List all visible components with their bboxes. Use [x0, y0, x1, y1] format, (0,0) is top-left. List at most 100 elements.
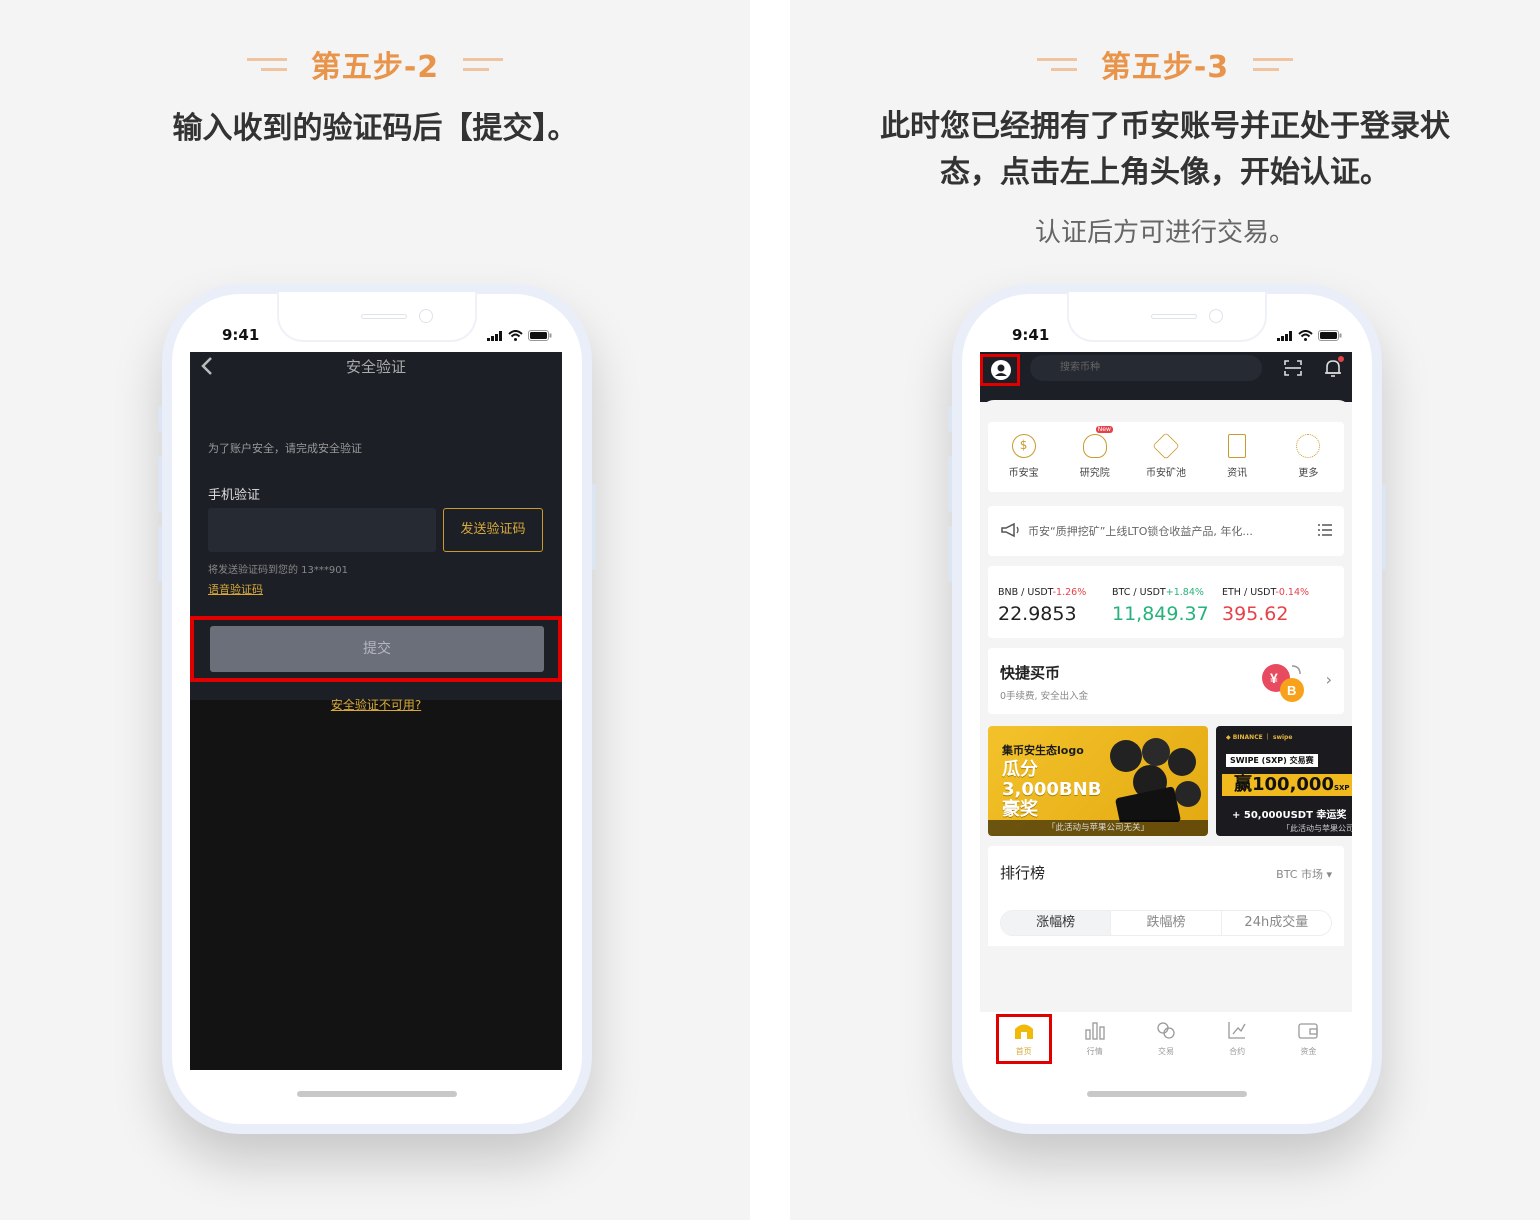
- shortcut-row: $ 币安宝 New 研究院 币安矿池 资讯 更多: [988, 422, 1344, 492]
- notice-bar[interactable]: 币安“质押挖矿”上线LTO锁仓收益产品, 年化...: [988, 506, 1344, 556]
- home-indicator[interactable]: [297, 1091, 457, 1097]
- ticker-item[interactable]: BNB / USDT-1.26% 22.9853: [998, 580, 1086, 625]
- home-content: $ 币安宝 New 研究院 币安矿池 资讯 更多 币安“质押挖矿”上线LTO锁仓…: [980, 400, 1352, 1040]
- ticker-item[interactable]: ETH / USDT-0.14% 395.62: [1222, 580, 1309, 625]
- bar-chart-icon: [1085, 1022, 1105, 1040]
- status-time: 9:41: [222, 326, 260, 344]
- verification-code-input[interactable]: [208, 508, 436, 552]
- step-panel-left: 第五步-2 输入收到的验证码后【提交】。 9:41 安全验证 为了账户安全，请完: [0, 0, 750, 1220]
- shortcut-item[interactable]: 更多: [1278, 434, 1338, 479]
- ticker-price: 22.9853: [998, 603, 1077, 625]
- promo-banner[interactable]: 集币安生态logo 瓜分 3,000BNB 豪奖 「此活动与苹果公司无关」: [988, 726, 1208, 836]
- decoration-lines-icon: [1036, 54, 1077, 74]
- bnb-coins-icon: [1110, 738, 1201, 822]
- more-dots-icon: [1296, 434, 1321, 458]
- step-header: 第五步-2: [0, 40, 750, 88]
- banner-headline: 瓜分 3,000BNB 豪奖: [1002, 760, 1101, 820]
- market-selector[interactable]: BTC 市场 ▾: [1276, 866, 1332, 882]
- security-hint: 为了账户安全，请完成安全验证: [208, 442, 362, 455]
- ticker-pair: BTC / USDT: [1112, 587, 1166, 598]
- phone-frame: 9:41 安全验证 为了账户安全，请完成安全验证 手机验证 发送验证码 将发送验…: [158, 284, 596, 1134]
- shortcut-label: 更多: [1298, 468, 1319, 479]
- signal-icon: [487, 330, 502, 341]
- step-panel-right: 第五步-3 此时您已经拥有了币安账号并正处于登录状 态，点击左上角头像，开始认证…: [790, 0, 1540, 1220]
- tab-volume[interactable]: 24h成交量: [1222, 911, 1331, 935]
- quick-buy-card[interactable]: 快捷买币 0手续费, 安全出入金 ¥ B ›: [988, 648, 1344, 714]
- ticker-price: 395.62: [1222, 603, 1289, 625]
- phone-verify-label: 手机验证: [208, 488, 261, 503]
- tab-wallet[interactable]: 资金: [1280, 1012, 1336, 1070]
- signal-icon: [1277, 330, 1292, 341]
- banner-prize: 赢100,000SXP: [1222, 774, 1352, 796]
- shortcut-label: 研究院: [1079, 468, 1110, 479]
- submit-button[interactable]: 提交: [210, 626, 544, 672]
- decoration-lines-icon: [463, 54, 504, 74]
- tab-label: 资金: [1300, 1047, 1317, 1056]
- step-sub-instruction: 认证后方可进行交易。: [1034, 218, 1295, 248]
- new-badge: New: [1095, 426, 1113, 433]
- nav-title: 安全验证: [345, 358, 406, 376]
- step-instruction: 输入收到的验证码后【提交】。: [172, 111, 578, 146]
- search-input[interactable]: 搜索币种: [1030, 355, 1262, 381]
- status-bar: 9:41: [222, 326, 552, 350]
- home-indicator[interactable]: [1087, 1091, 1247, 1097]
- wifi-icon: [1298, 330, 1313, 341]
- quick-buy-subtitle: 0手续费, 安全出入金: [1000, 691, 1089, 702]
- banner-headline-line: 3,000BNB: [1002, 779, 1102, 800]
- chevron-right-icon: ›: [1325, 670, 1332, 689]
- ticker-item[interactable]: BTC / USDT+1.84% 11,849.37: [1112, 580, 1209, 625]
- shortcut-item[interactable]: New 研究院: [1065, 426, 1125, 479]
- highlight-box: 提交: [190, 616, 562, 682]
- step-title: 第五步-2: [310, 50, 440, 85]
- tab-markets[interactable]: 行情: [1067, 1012, 1123, 1070]
- ticker-pair: BNB / USDT: [998, 587, 1053, 598]
- tab-gainers[interactable]: 涨幅榜: [1001, 911, 1112, 935]
- ranking-card: 排行榜 BTC 市场 ▾ 涨幅榜 跌幅榜 24h成交量: [988, 846, 1344, 946]
- tab-losers[interactable]: 跌幅榜: [1111, 911, 1222, 935]
- status-bar: 9:41: [1012, 326, 1342, 350]
- ticker-change: -0.14%: [1275, 587, 1310, 598]
- notification-dot: [1338, 356, 1344, 362]
- futures-icon: [1228, 1022, 1246, 1039]
- news-icon: [1228, 434, 1247, 458]
- verification-unavailable-link[interactable]: 安全验证不可用?: [190, 696, 562, 713]
- bulb-icon: [1082, 434, 1107, 458]
- tab-trade[interactable]: 交易: [1138, 1012, 1194, 1070]
- verification-form: 为了账户安全，请完成安全验证 手机验证 发送验证码 将发送验证码到您的 13**…: [190, 380, 562, 712]
- send-code-button[interactable]: 发送验证码: [443, 508, 543, 552]
- wallet-icon: [1298, 1023, 1318, 1039]
- verification-screen: 安全验证 为了账户安全，请完成安全验证 手机验证 发送验证码 将发送验证码到您的…: [190, 352, 562, 1070]
- list-icon[interactable]: [1318, 524, 1332, 536]
- voice-code-link[interactable]: 语音验证码: [208, 581, 263, 597]
- tab-futures[interactable]: 合约: [1209, 1012, 1265, 1070]
- shortcut-label: 币安矿池: [1145, 468, 1186, 479]
- phone-frame: 9:41 搜索币种 $ 币安宝 New 研究院 币安矿池 资讯 更多 币安“质押…: [948, 284, 1386, 1134]
- tab-label: 合约: [1229, 1047, 1246, 1056]
- ticker-change: +1.84%: [1165, 587, 1204, 598]
- shortcut-item[interactable]: 资讯: [1207, 434, 1267, 479]
- bnb-cube-icon: [1152, 432, 1180, 460]
- shortcut-item[interactable]: $ 币安宝: [994, 434, 1054, 479]
- nav-bar: 安全验证: [190, 352, 562, 380]
- scan-icon[interactable]: [1284, 360, 1302, 376]
- banner-headline-line: 瓜分: [1002, 759, 1038, 780]
- yen-bitcoin-icon: ¥ B: [1262, 664, 1304, 702]
- ranking-tabs: 涨幅榜 跌幅榜 24h成交量: [1000, 910, 1332, 936]
- top-bar: 搜索币种: [980, 352, 1352, 402]
- avatar-icon[interactable]: [991, 360, 1011, 380]
- banner-disclaimer: 「此活动与苹果公司无关」: [988, 820, 1208, 836]
- shortcut-label: 资讯: [1227, 468, 1248, 479]
- megaphone-icon: [1001, 522, 1019, 538]
- shortcut-label: 币安宝: [1008, 468, 1039, 479]
- ranking-title: 排行榜: [1000, 864, 1046, 882]
- wifi-icon: [508, 330, 523, 341]
- shortcut-item[interactable]: 币安矿池: [1136, 432, 1196, 479]
- battery-icon: [528, 330, 552, 341]
- step-instruction: 此时您已经拥有了币安账号并正处于登录状 态，点击左上角头像，开始认证。: [840, 104, 1490, 196]
- step-title: 第五步-3: [1100, 50, 1230, 85]
- decoration-lines-icon: [246, 54, 287, 74]
- promo-banner[interactable]: ◆ BINANCE ｜ swipe SWIPE (SXP) 交易赛 赢100,0…: [1216, 726, 1352, 836]
- svg-text:¥: ¥: [1270, 670, 1278, 686]
- tab-home[interactable]: 首页: [995, 1012, 1052, 1070]
- status-time: 9:41: [1012, 326, 1050, 344]
